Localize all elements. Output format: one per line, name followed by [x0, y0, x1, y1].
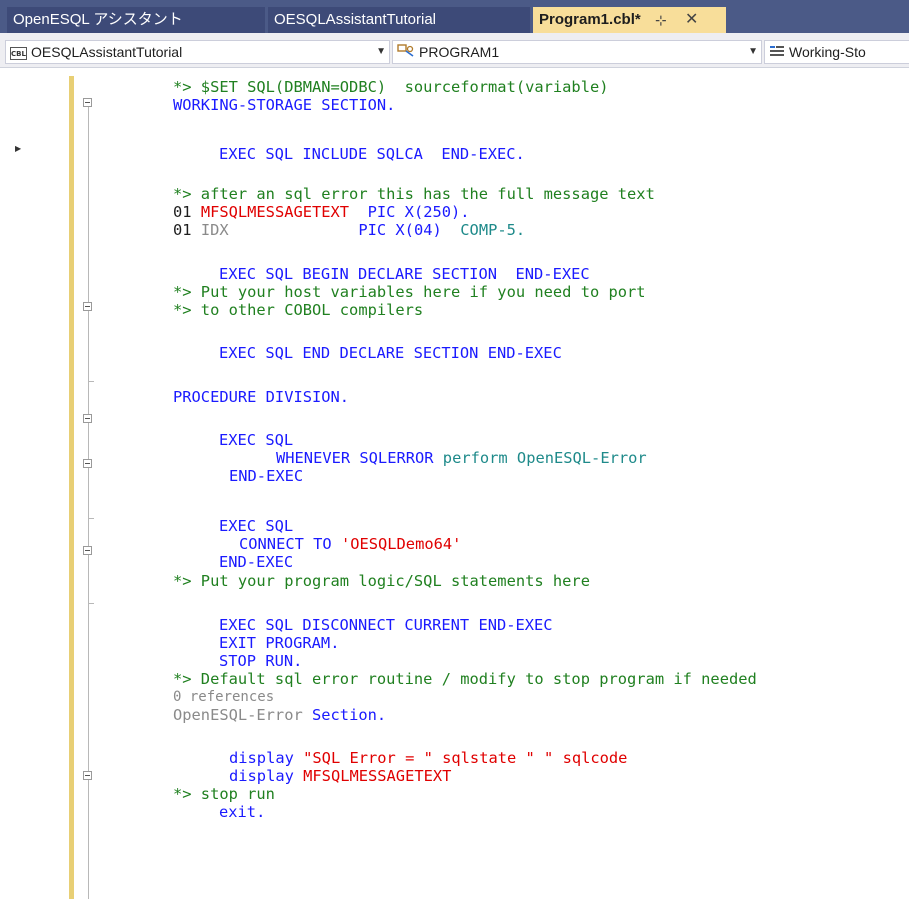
keyword: Section.: [312, 706, 387, 724]
chevron-down-icon[interactable]: ▼: [748, 41, 758, 63]
fold-toggle[interactable]: [83, 546, 92, 555]
outline-end: [88, 603, 94, 604]
code-line: *> Put your host variables here if you n…: [173, 283, 646, 301]
keyword: CONNECT TO: [239, 535, 341, 553]
fold-toggle[interactable]: [83, 414, 92, 423]
code-line: EXEC SQL INCLUDE SQLCA END-EXEC.: [219, 145, 525, 163]
change-tracking-bar: [69, 76, 74, 899]
code-editor[interactable]: ▶ *> $SET SQL(DBMAN=ODBC) sourceformat(v…: [0, 68, 909, 899]
code-line: EXEC SQL: [219, 517, 294, 535]
code-line: EXIT PROGRAM.: [219, 634, 340, 652]
code-line: 01 MFSQLMESSAGETEXT PIC X(250).: [173, 202, 470, 222]
keyword: display: [229, 749, 304, 767]
code-line: PROCEDURE DIVISION.: [173, 388, 350, 406]
code-line: exit.: [219, 803, 266, 821]
editor-margin: ▶: [0, 68, 170, 899]
identifier: MFSQLMESSAGETEXT: [200, 203, 350, 221]
document-tab-bar: OpenESQL アシスタント OESQLAssistantTutorial P…: [0, 0, 909, 33]
code-line: EXEC SQL: [219, 431, 294, 449]
code-line: EXEC SQL BEGIN DECLARE SECTION END-EXEC: [219, 265, 590, 283]
pin-icon[interactable]: ⊹: [655, 7, 667, 33]
usage-clause: COMP-5.: [460, 221, 526, 239]
program-icon: [397, 42, 415, 63]
code-line: WHENEVER SQLERROR perform OpenESQL-Error: [276, 448, 647, 468]
pic-clause: PIC X(250).: [349, 203, 470, 221]
code-line: *> to other COBOL compilers: [173, 301, 424, 319]
section-dropdown-value: Working-Sto: [789, 44, 866, 60]
pic-clause: PIC X(04): [228, 221, 461, 239]
outline-end: [88, 381, 94, 382]
outline-end: [88, 518, 94, 519]
tab-program1-cbl[interactable]: Program1.cbl* ⊹ ✕: [533, 7, 726, 33]
fold-toggle[interactable]: [83, 771, 92, 780]
identifier: IDX: [200, 221, 229, 239]
project-dropdown[interactable]: CBL OESQLAssistantTutorial ▼: [5, 40, 390, 64]
close-icon[interactable]: ✕: [685, 7, 698, 33]
code-line: *> Default sql error routine / modify to…: [173, 670, 757, 688]
tab-label: OpenESQL アシスタント: [13, 11, 183, 28]
identifier: MFSQLMESSAGETEXT: [303, 767, 452, 785]
code-line: END-EXEC: [229, 467, 304, 485]
code-line: *> $SET SQL(DBMAN=ODBC) sourceformat(var…: [173, 78, 609, 96]
tab-label: Program1.cbl*: [539, 11, 641, 28]
codelens-references[interactable]: 0 references: [173, 687, 274, 707]
section-name: OpenESQL-Error: [173, 706, 312, 724]
outline-line: [88, 107, 89, 899]
fold-toggle[interactable]: [83, 98, 92, 107]
code-line: *> stop run: [173, 785, 275, 803]
code-line: display MFSQLMESSAGETEXT: [229, 766, 451, 786]
fold-toggle[interactable]: [83, 302, 92, 311]
code-line: CONNECT TO 'OESQLDemo64': [239, 534, 461, 554]
code-line: *> Put your program logic/SQL statements…: [173, 572, 590, 590]
keyword: display: [229, 767, 304, 785]
code-line: STOP RUN.: [219, 652, 303, 670]
code-line: 01 IDX PIC X(04) COMP-5.: [173, 220, 525, 240]
program-dropdown[interactable]: PROGRAM1 ▼: [392, 40, 762, 64]
project-dropdown-value: OESQLAssistantTutorial: [31, 44, 183, 60]
navigation-bar: CBL OESQLAssistantTutorial ▼ PROGRAM1 ▼ W…: [0, 33, 909, 68]
section-dropdown[interactable]: Working-Sto: [764, 40, 909, 64]
perform-clause: perform OpenESQL-Error: [442, 449, 647, 467]
code-line: END-EXEC: [219, 553, 294, 571]
cobol-file-icon: CBL: [10, 46, 27, 60]
tab-label: OESQLAssistantTutorial: [274, 11, 437, 28]
string-literal: 'OESQLDemo64': [340, 535, 462, 553]
chevron-down-icon[interactable]: ▼: [376, 41, 386, 63]
tab-oesql-assistant-tutorial[interactable]: OESQLAssistantTutorial: [268, 7, 530, 33]
code-line: OpenESQL-Error Section.: [173, 705, 386, 725]
code-line: WORKING-STORAGE SECTION.: [173, 96, 396, 114]
level-number: 01: [173, 221, 201, 239]
level-number: 01: [173, 203, 201, 221]
code-line: display "SQL Error = " sqlstate " " sqlc…: [229, 748, 627, 768]
code-line: *> after an sql error this has the full …: [173, 185, 655, 203]
code-line: EXEC SQL DISCONNECT CURRENT END-EXEC: [219, 616, 553, 634]
code-line: EXEC SQL END DECLARE SECTION END-EXEC: [219, 344, 562, 362]
section-icon: [769, 42, 785, 63]
tab-openesql-assistant[interactable]: OpenESQL アシスタント: [7, 7, 265, 33]
string-literal: "SQL Error = " sqlstate " " sqlcode: [303, 749, 628, 767]
keyword: WHENEVER SQLERROR: [276, 449, 443, 467]
program-dropdown-value: PROGRAM1: [419, 44, 500, 60]
breakpoint-arrow-icon: ▶: [15, 144, 22, 153]
fold-toggle[interactable]: [83, 459, 92, 468]
